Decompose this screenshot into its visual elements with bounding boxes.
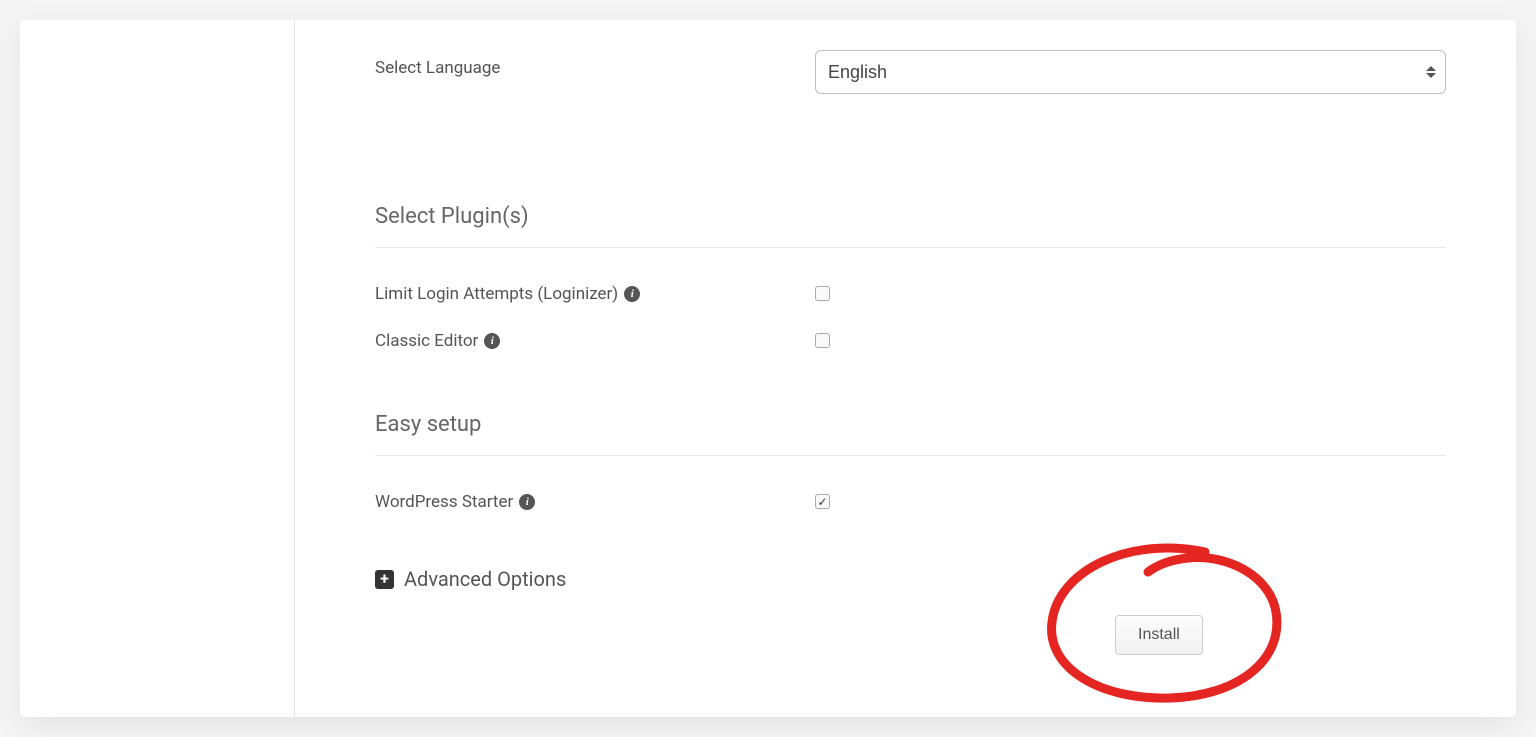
plus-icon: + [375,570,394,589]
plugins-heading: Select Plugin(s) [375,204,1446,229]
easy-row-wp-starter: WordPress Starter i [375,484,1446,512]
plugin-control-loginizer [815,276,1446,305]
plugin-control-classic-editor [815,323,1446,352]
info-icon[interactable]: i [519,494,535,510]
plugin-checkbox-classic-editor[interactable] [815,333,830,348]
advanced-options-toggle[interactable]: + Advanced Options [375,567,1446,591]
language-row: Select Language English [375,50,1446,94]
advanced-options-label: Advanced Options [404,567,566,591]
install-wrap: Install [1115,615,1203,655]
info-icon[interactable]: i [624,286,640,302]
settings-panel: Select Language English Select Plugin(s)… [20,20,1516,717]
plugins-rule [375,247,1446,248]
easy-label-text: WordPress Starter [375,492,513,512]
language-select[interactable]: English [815,50,1446,94]
main-content: Select Language English Select Plugin(s)… [295,20,1516,717]
plugin-label-classic-editor: Classic Editor i [375,323,815,351]
plugin-row-classic-editor: Classic Editor i [375,323,1446,352]
plugin-checkbox-loginizer[interactable] [815,286,830,301]
language-label: Select Language [375,50,815,78]
plugin-label-text: Limit Login Attempts (Loginizer) [375,284,618,304]
sidebar [20,20,295,717]
info-icon[interactable]: i [484,333,500,349]
easy-checkbox-wp-starter[interactable] [815,494,830,509]
easy-label-wp-starter: WordPress Starter i [375,484,815,512]
easy-setup-heading: Easy setup [375,412,1446,437]
plugin-row-loginizer: Limit Login Attempts (Loginizer) i [375,276,1446,305]
language-control: English [815,50,1446,94]
language-select-wrap: English [815,50,1446,94]
install-button[interactable]: Install [1115,615,1203,655]
plugin-label-text: Classic Editor [375,331,478,351]
easy-setup-rule [375,455,1446,456]
plugin-label-loginizer: Limit Login Attempts (Loginizer) i [375,276,815,304]
easy-control-wp-starter [815,484,1446,510]
